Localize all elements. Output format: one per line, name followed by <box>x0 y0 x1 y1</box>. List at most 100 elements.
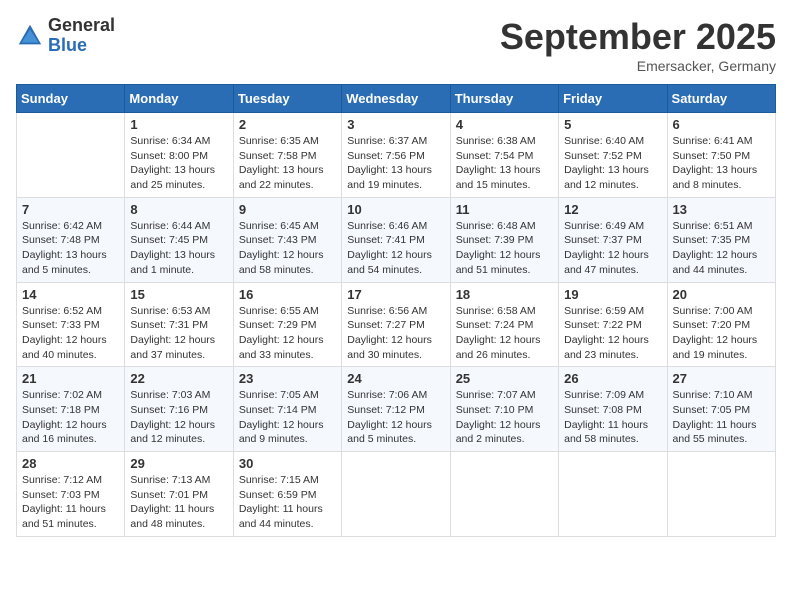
calendar-cell <box>559 452 667 537</box>
weekday-header: Monday <box>125 85 233 113</box>
day-number: 3 <box>347 117 444 132</box>
day-number: 8 <box>130 202 227 217</box>
calendar-cell: 16 Sunrise: 6:55 AMSunset: 7:29 PMDayligh… <box>233 282 341 367</box>
weekday-header: Wednesday <box>342 85 450 113</box>
logo-text: General Blue <box>48 16 115 56</box>
day-info: Sunrise: 6:58 AMSunset: 7:24 PMDaylight:… <box>456 304 553 363</box>
calendar-cell: 15 Sunrise: 6:53 AMSunset: 7:31 PMDayligh… <box>125 282 233 367</box>
day-info: Sunrise: 6:55 AMSunset: 7:29 PMDaylight:… <box>239 304 336 363</box>
day-number: 27 <box>673 371 770 386</box>
day-info: Sunrise: 7:03 AMSunset: 7:16 PMDaylight:… <box>130 388 227 447</box>
calendar-cell: 8Sunrise: 6:44 AMSunset: 7:45 PMDaylight… <box>125 197 233 282</box>
calendar-week-row: 28Sunrise: 7:12 AMSunset: 7:03 PMDayligh… <box>17 452 776 537</box>
calendar-cell: 22 Sunrise: 7:03 AMSunset: 7:16 PMDayligh… <box>125 367 233 452</box>
day-number: 17 <box>347 287 444 302</box>
day-info: Sunrise: 6:52 AMSunset: 7:33 PMDaylight:… <box>22 304 119 363</box>
weekday-header: Sunday <box>17 85 125 113</box>
day-info: Sunrise: 6:49 AMSunset: 7:37 PMDaylight:… <box>564 219 661 278</box>
weekday-header: Friday <box>559 85 667 113</box>
day-number: 4 <box>456 117 553 132</box>
day-info: Sunrise: 7:06 AMSunset: 7:12 PMDaylight:… <box>347 388 444 447</box>
calendar-table: SundayMondayTuesdayWednesdayThursdayFrid… <box>16 84 776 537</box>
logo-blue: Blue <box>48 36 115 56</box>
calendar-cell: 24 Sunrise: 7:06 AMSunset: 7:12 PMDayligh… <box>342 367 450 452</box>
weekday-header: Thursday <box>450 85 558 113</box>
day-number: 25 <box>456 371 553 386</box>
day-number: 15 <box>130 287 227 302</box>
calendar-cell: 7Sunrise: 6:42 AMSunset: 7:48 PMDaylight… <box>17 197 125 282</box>
day-number: 11 <box>456 202 553 217</box>
day-info: Sunrise: 7:13 AMSunset: 7:01 PMDaylight:… <box>130 473 227 532</box>
day-number: 12 <box>564 202 661 217</box>
day-number: 24 <box>347 371 444 386</box>
calendar-cell: 5Sunrise: 6:40 AMSunset: 7:52 PMDaylight… <box>559 113 667 198</box>
calendar-cell: 26 Sunrise: 7:09 AMSunset: 7:08 PMDayligh… <box>559 367 667 452</box>
calendar-cell: 27 Sunrise: 7:10 AMSunset: 7:05 PMDayligh… <box>667 367 775 452</box>
calendar-cell: 9 Sunrise: 6:45 AMSunset: 7:43 PMDaylight… <box>233 197 341 282</box>
day-number: 26 <box>564 371 661 386</box>
calendar-cell: 10 Sunrise: 6:46 AMSunset: 7:41 PMDayligh… <box>342 197 450 282</box>
day-number: 13 <box>673 202 770 217</box>
day-number: 22 <box>130 371 227 386</box>
day-info: Sunrise: 6:48 AMSunset: 7:39 PMDaylight:… <box>456 219 553 278</box>
title-block: September 2025 Emersacker, Germany <box>500 16 776 74</box>
day-info: Sunrise: 6:38 AMSunset: 7:54 PMDaylight:… <box>456 134 553 193</box>
day-number: 21 <box>22 371 119 386</box>
day-number: 5 <box>564 117 661 132</box>
day-number: 23 <box>239 371 336 386</box>
day-info: Sunrise: 7:05 AMSunset: 7:14 PMDaylight:… <box>239 388 336 447</box>
calendar-cell: 18Sunrise: 6:58 AMSunset: 7:24 PMDayligh… <box>450 282 558 367</box>
day-info: Sunrise: 6:37 AMSunset: 7:56 PMDaylight:… <box>347 134 444 193</box>
calendar-cell: 11 Sunrise: 6:48 AMSunset: 7:39 PMDayligh… <box>450 197 558 282</box>
calendar-cell <box>342 452 450 537</box>
logo-general: General <box>48 16 115 36</box>
calendar-cell: 29 Sunrise: 7:13 AMSunset: 7:01 PMDayligh… <box>125 452 233 537</box>
calendar-week-row: 1Sunrise: 6:34 AMSunset: 8:00 PMDaylight… <box>17 113 776 198</box>
weekday-header: Tuesday <box>233 85 341 113</box>
day-info: Sunrise: 7:00 AMSunset: 7:20 PMDaylight:… <box>673 304 770 363</box>
calendar-cell: 21Sunrise: 7:02 AMSunset: 7:18 PMDayligh… <box>17 367 125 452</box>
calendar-week-row: 14 Sunrise: 6:52 AMSunset: 7:33 PMDayligh… <box>17 282 776 367</box>
day-info: Sunrise: 6:59 AMSunset: 7:22 PMDaylight:… <box>564 304 661 363</box>
day-number: 29 <box>130 456 227 471</box>
day-number: 14 <box>22 287 119 302</box>
day-number: 7 <box>22 202 119 217</box>
day-info: Sunrise: 6:53 AMSunset: 7:31 PMDaylight:… <box>130 304 227 363</box>
calendar-header-row: SundayMondayTuesdayWednesdayThursdayFrid… <box>17 85 776 113</box>
calendar-cell: 17 Sunrise: 6:56 AMSunset: 7:27 PMDayligh… <box>342 282 450 367</box>
day-number: 2 <box>239 117 336 132</box>
day-number: 10 <box>347 202 444 217</box>
calendar-cell: 2Sunrise: 6:35 AMSunset: 7:58 PMDaylight… <box>233 113 341 198</box>
calendar-cell: 12 Sunrise: 6:49 AMSunset: 7:37 PMDayligh… <box>559 197 667 282</box>
location: Emersacker, Germany <box>500 58 776 74</box>
day-number: 19 <box>564 287 661 302</box>
calendar-cell: 4 Sunrise: 6:38 AMSunset: 7:54 PMDaylight… <box>450 113 558 198</box>
day-info: Sunrise: 7:15 AMSunset: 6:59 PMDaylight:… <box>239 473 336 532</box>
day-number: 20 <box>673 287 770 302</box>
day-info: Sunrise: 7:09 AMSunset: 7:08 PMDaylight:… <box>564 388 661 447</box>
weekday-header: Saturday <box>667 85 775 113</box>
calendar-cell <box>450 452 558 537</box>
calendar-cell: 3 Sunrise: 6:37 AMSunset: 7:56 PMDaylight… <box>342 113 450 198</box>
calendar-cell: 28Sunrise: 7:12 AMSunset: 7:03 PMDayligh… <box>17 452 125 537</box>
day-info: Sunrise: 6:46 AMSunset: 7:41 PMDaylight:… <box>347 219 444 278</box>
calendar-week-row: 21Sunrise: 7:02 AMSunset: 7:18 PMDayligh… <box>17 367 776 452</box>
calendar-cell: 30Sunrise: 7:15 AMSunset: 6:59 PMDayligh… <box>233 452 341 537</box>
calendar-cell: 23 Sunrise: 7:05 AMSunset: 7:14 PMDayligh… <box>233 367 341 452</box>
calendar-cell <box>17 113 125 198</box>
page-header: General Blue September 2025 Emersacker, … <box>16 16 776 74</box>
day-number: 9 <box>239 202 336 217</box>
day-info: Sunrise: 6:41 AMSunset: 7:50 PMDaylight:… <box>673 134 770 193</box>
day-number: 6 <box>673 117 770 132</box>
day-number: 16 <box>239 287 336 302</box>
calendar-cell: 6 Sunrise: 6:41 AMSunset: 7:50 PMDaylight… <box>667 113 775 198</box>
logo-icon <box>16 22 44 50</box>
day-info: Sunrise: 6:56 AMSunset: 7:27 PMDaylight:… <box>347 304 444 363</box>
calendar-cell: 13Sunrise: 6:51 AMSunset: 7:35 PMDayligh… <box>667 197 775 282</box>
calendar-cell: 25 Sunrise: 7:07 AMSunset: 7:10 PMDayligh… <box>450 367 558 452</box>
day-info: Sunrise: 6:45 AMSunset: 7:43 PMDaylight:… <box>239 219 336 278</box>
calendar-week-row: 7Sunrise: 6:42 AMSunset: 7:48 PMDaylight… <box>17 197 776 282</box>
calendar-cell: 20 Sunrise: 7:00 AMSunset: 7:20 PMDayligh… <box>667 282 775 367</box>
day-info: Sunrise: 7:10 AMSunset: 7:05 PMDaylight:… <box>673 388 770 447</box>
day-info: Sunrise: 7:07 AMSunset: 7:10 PMDaylight:… <box>456 388 553 447</box>
